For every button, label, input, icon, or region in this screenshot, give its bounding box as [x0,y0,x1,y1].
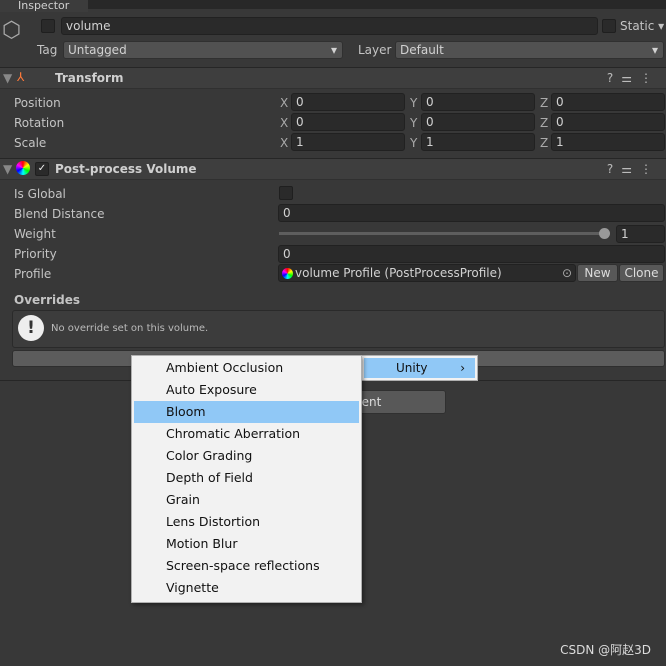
tab-inspector[interactable]: Inspector [0,0,88,12]
x-field[interactable]: 1 [291,133,405,151]
tag-label: Tag [37,43,58,57]
priority-label: Priority [14,247,57,261]
weight-field[interactable]: 1 [616,225,665,243]
volume-icon [16,161,30,175]
tag-dropdown[interactable]: Untagged ▾ [63,41,343,59]
menu-item[interactable]: Bloom [134,401,359,423]
axis-label: Y [410,96,418,110]
profile-label: Profile [14,267,52,281]
layer-label: Layer [358,43,392,57]
gameobject-cube-icon: ⬡ [2,18,22,43]
axis-label: X [280,96,289,110]
watermark: CSDN @阿赵3D [560,643,651,657]
transform-row-label: Scale [14,136,47,150]
overrides-label: Overrides [14,293,80,307]
menu-item[interactable]: Screen-space reflections [134,555,359,577]
axis-label: Y [410,136,418,150]
z-field[interactable]: 0 [551,113,665,131]
z-field[interactable]: 1 [551,133,665,151]
menu-item[interactable]: Auto Exposure [134,379,359,401]
menu-item[interactable]: Depth of Field [134,467,359,489]
z-field[interactable]: 0 [551,93,665,111]
weight-slider-handle[interactable] [599,228,610,239]
clone-button[interactable]: Clone [619,264,664,282]
transform-header[interactable]: ▼ ⅄ Transform ?⚌⋮ [0,67,666,89]
axis-label: X [280,116,289,130]
component-menu-icons[interactable]: ?⚌⋮ [607,71,660,85]
weight-slider[interactable] [279,232,607,235]
axis-label: Z [540,116,549,130]
foldout-arrow-icon[interactable]: ▼ [3,162,12,176]
static-checkbox[interactable] [602,19,616,33]
is-global-checkbox[interactable] [279,186,293,200]
warning-icon: ! [18,315,44,341]
no-override-text: No override set on this volume. [51,323,209,334]
new-button[interactable]: New [577,264,618,282]
component-menu-icons[interactable]: ?⚌⋮ [607,162,660,176]
y-field[interactable]: 1 [421,133,535,151]
is-global-label: Is Global [14,187,66,201]
blend-distance-label: Blend Distance [14,207,105,221]
effects-menu: Ambient Occlusion Auto Exposure Bloom Chrom… [131,355,362,603]
profile-field[interactable]: volume Profile (PostProcessProfile) ⊙ [278,264,576,282]
y-field[interactable]: 0 [421,93,535,111]
axis-label: Z [540,136,549,150]
transform-row-label: Rotation [14,116,65,130]
x-field[interactable]: 0 [291,113,405,131]
active-checkbox[interactable] [41,19,55,33]
menu-item[interactable]: Chromatic Aberration [134,423,359,445]
menu-item[interactable]: Grain [134,489,359,511]
weight-label: Weight [14,227,56,241]
y-field[interactable]: 0 [421,113,535,131]
axis-label: Z [540,96,549,110]
static-dropdown[interactable]: Static ▾ [620,19,664,33]
tab-bar [0,0,666,9]
transform-row-label: Position [14,96,61,110]
priority-field[interactable]: 0 [278,245,665,263]
menu-item[interactable]: Motion Blur [134,533,359,555]
volume-enabled-checkbox[interactable]: ✓ [35,162,49,176]
submenu-unity[interactable]: Unity › [361,355,478,381]
x-field[interactable]: 0 [291,93,405,111]
transform-title: Transform [55,71,124,85]
menu-item[interactable]: Color Grading [134,445,359,467]
axis-label: Y [410,116,418,130]
profile-icon [282,268,293,279]
menu-item[interactable]: Vignette [134,577,359,599]
object-picker-icon[interactable]: ⊙ [562,265,572,281]
blend-distance-field[interactable]: 0 [278,204,665,222]
no-override-helpbox: ! No override set on this volume. [12,310,665,348]
menu-item[interactable]: Ambient Occlusion [134,357,359,379]
foldout-arrow-icon[interactable]: ▼ [3,71,12,85]
volume-header[interactable]: ▼ ✓ Post-process Volume ?⚌⋮ [0,158,666,180]
static-label: Static [620,19,655,33]
volume-title: Post-process Volume [55,162,197,176]
menu-item[interactable]: Lens Distortion [134,511,359,533]
layer-dropdown[interactable]: Default ▾ [395,41,664,59]
transform-icon: ⅄ [17,70,25,84]
axis-label: X [280,136,289,150]
name-field[interactable]: volume [61,17,598,35]
